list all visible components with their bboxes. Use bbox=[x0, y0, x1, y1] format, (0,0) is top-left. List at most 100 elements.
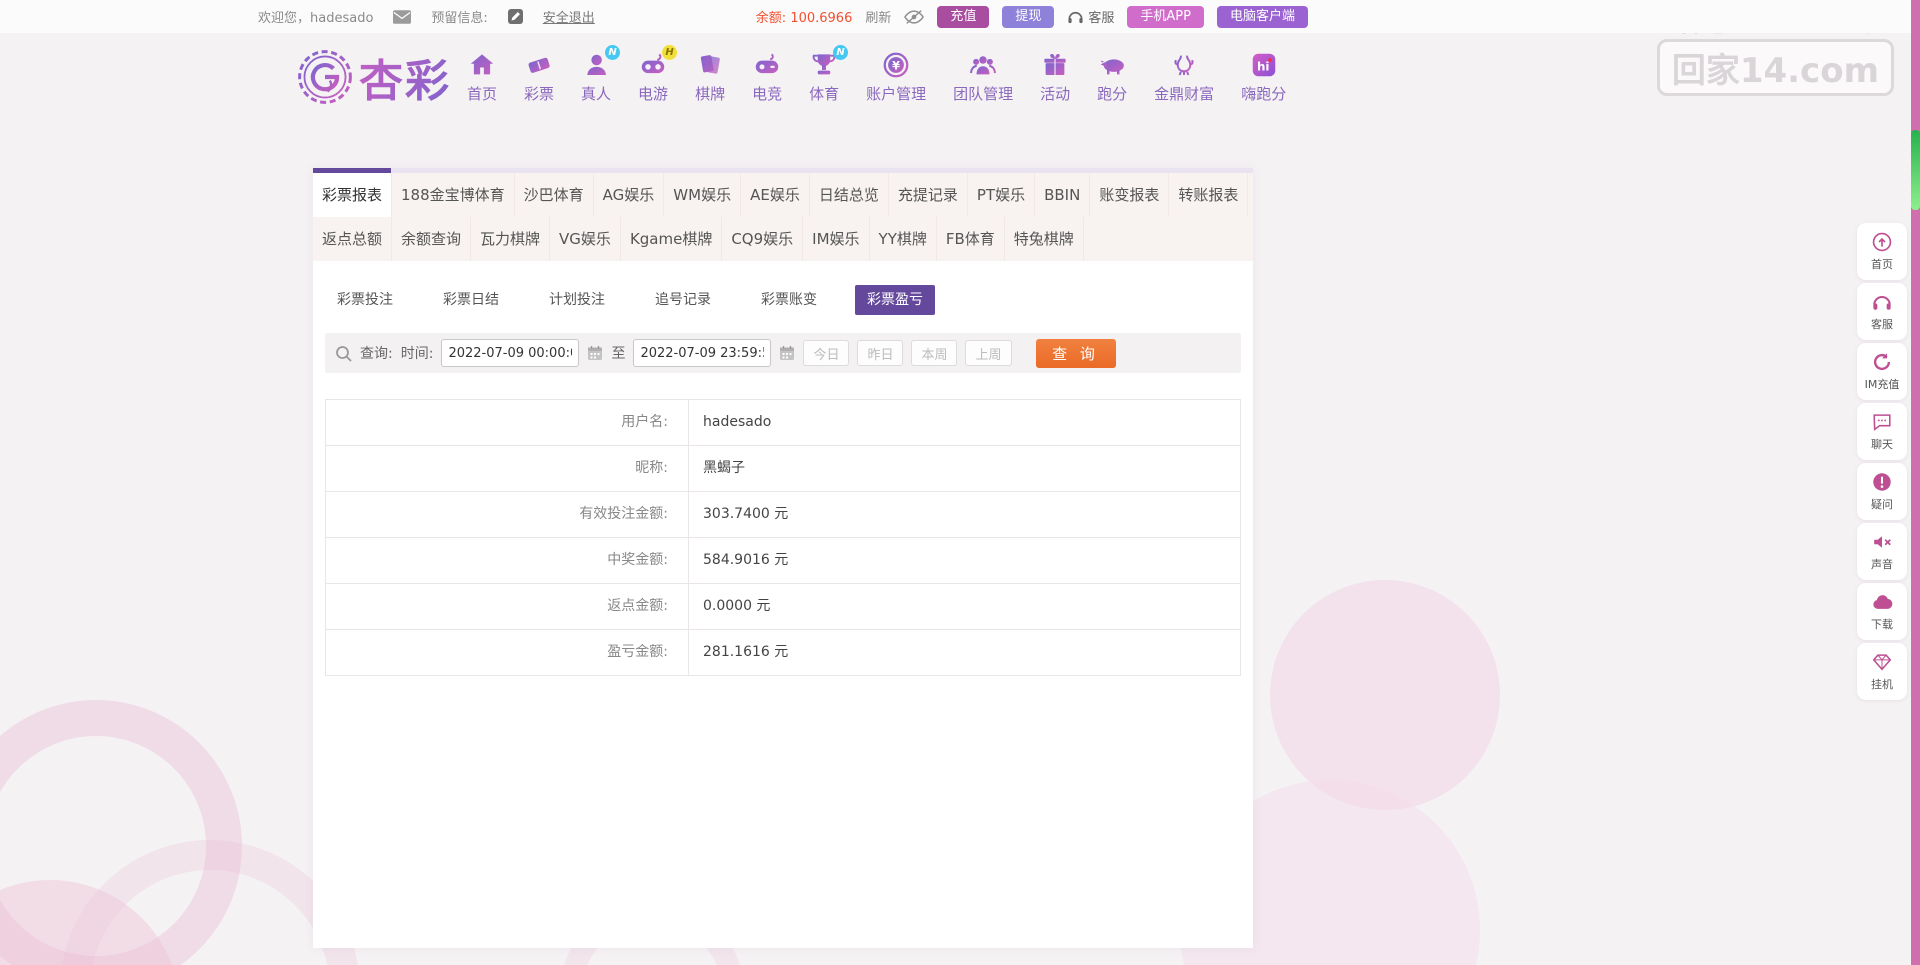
subtab-lottery-profit-loss[interactable]: 彩票盈亏 bbox=[855, 285, 935, 315]
tab-balance-query[interactable]: 余额查询 bbox=[392, 217, 472, 261]
header: 杏彩 首页 彩票 N 真人 H 电游 棋牌 电竞 N 体育 ¥ 账户管理 团队管… bbox=[0, 33, 1920, 133]
person-icon: N bbox=[581, 45, 621, 80]
tab-188-sports[interactable]: 188金宝博体育 bbox=[392, 173, 515, 217]
customer-service-link[interactable]: 客服 bbox=[1067, 7, 1114, 26]
row-label: 有效投注金额: bbox=[326, 492, 689, 537]
tab-pt[interactable]: PT娱乐 bbox=[968, 173, 1036, 217]
deposit-button[interactable]: 充值 bbox=[937, 5, 990, 28]
tab-tetu-board[interactable]: 特兔棋牌 bbox=[1005, 217, 1084, 261]
sidebar-label: IM充值 bbox=[1864, 378, 1900, 391]
today-button[interactable]: 今日 bbox=[803, 340, 850, 366]
row-label: 盈亏金额: bbox=[326, 630, 689, 675]
nav-item-hi-paofen[interactable]: hi 嗨跑分 bbox=[1241, 50, 1286, 104]
edit-icon[interactable] bbox=[507, 9, 523, 24]
headset-icon bbox=[1067, 9, 1084, 25]
subtab-lottery-bets[interactable]: 彩票投注 bbox=[325, 285, 405, 315]
row-value: 584.9016 元 bbox=[703, 552, 789, 568]
sidebar-item-im-recharge[interactable]: IM充值 bbox=[1857, 343, 1907, 400]
tripod-vessel-icon bbox=[1169, 50, 1199, 80]
tab-wali-board[interactable]: 瓦力棋牌 bbox=[471, 217, 551, 261]
sidebar-item-chat[interactable]: 聊天 bbox=[1857, 403, 1907, 460]
table-row: 昵称: 黑蝎子 bbox=[326, 446, 1240, 492]
nav-item-live[interactable]: N 真人 bbox=[581, 45, 621, 104]
pc-client-button[interactable]: 电脑客户端 bbox=[1216, 5, 1308, 28]
sidebar-item-service[interactable]: 客服 bbox=[1857, 283, 1907, 340]
tab-cq9[interactable]: CQ9娱乐 bbox=[722, 217, 804, 261]
tab-ag[interactable]: AG娱乐 bbox=[594, 173, 665, 217]
tab-daily-summary[interactable]: 日结总览 bbox=[810, 173, 889, 217]
scrollbar-thumb[interactable] bbox=[1911, 130, 1920, 210]
tab-account-change-report[interactable]: 账变报表 bbox=[1090, 173, 1170, 217]
tab-transfer-report[interactable]: 转账报表 bbox=[1169, 173, 1249, 217]
tab-wm[interactable]: WM娱乐 bbox=[664, 173, 742, 217]
nav-item-jinding-wealth[interactable]: 金鼎财富 bbox=[1154, 50, 1214, 104]
nav-item-sports[interactable]: N 体育 bbox=[809, 45, 849, 104]
sidebar-item-sound[interactable]: 声音 bbox=[1857, 523, 1907, 580]
eye-slash-icon[interactable] bbox=[904, 9, 925, 25]
sidebar-item-idle[interactable]: 挂机 bbox=[1857, 643, 1907, 700]
tab-fb-sports[interactable]: FB体育 bbox=[937, 217, 1005, 261]
sidebar-item-download[interactable]: 下载 bbox=[1857, 583, 1907, 640]
customer-service-label: 客服 bbox=[1088, 11, 1115, 26]
report-panel: 彩票报表 188金宝博体育 沙巴体育 AG娱乐 WM娱乐 AE娱乐 日结总览 充… bbox=[313, 168, 1253, 948]
sidebar-item-question[interactable]: 疑问 bbox=[1857, 463, 1907, 520]
tab-lottery-report[interactable]: 彩票报表 bbox=[313, 168, 393, 217]
end-time-input[interactable] bbox=[633, 339, 772, 367]
nav-item-account-mgmt[interactable]: ¥ 账户管理 bbox=[866, 50, 926, 104]
row-value: 303.7400 元 bbox=[703, 506, 789, 522]
balance-label: 余额: bbox=[755, 11, 787, 26]
sidebar-item-home[interactable]: 首页 bbox=[1857, 223, 1907, 280]
last-week-button[interactable]: 上周 bbox=[965, 340, 1012, 366]
svg-text:¥: ¥ bbox=[892, 59, 900, 72]
nav-label: 体育 bbox=[809, 85, 840, 103]
row-value: 281.1616 元 bbox=[703, 644, 789, 660]
mail-icon[interactable] bbox=[393, 9, 412, 24]
subtab-plan-bets[interactable]: 计划投注 bbox=[537, 285, 617, 315]
tab-rebate-total[interactable]: 返点总额 bbox=[313, 217, 393, 261]
nav-item-home[interactable]: 首页 bbox=[467, 50, 497, 104]
cards-icon bbox=[695, 50, 725, 80]
row-value: 0.0000 元 bbox=[703, 598, 771, 614]
nav-item-lottery[interactable]: 彩票 bbox=[524, 50, 554, 104]
nav-item-paofen[interactable]: 跑分 bbox=[1097, 50, 1127, 104]
tab-deposit-withdraw-records[interactable]: 充提记录 bbox=[889, 173, 968, 217]
calendar-icon[interactable] bbox=[587, 345, 603, 361]
calendar-icon[interactable] bbox=[779, 345, 795, 361]
exclamation-circle-icon bbox=[1871, 471, 1893, 493]
nav-item-board-games[interactable]: 棋牌 bbox=[695, 50, 725, 104]
nav-label: 金鼎财富 bbox=[1154, 85, 1215, 103]
this-week-button[interactable]: 本周 bbox=[911, 340, 958, 366]
svg-text:hi: hi bbox=[1257, 59, 1270, 73]
nav-item-esports[interactable]: 电竞 bbox=[752, 50, 782, 104]
tab-im[interactable]: IM娱乐 bbox=[803, 217, 870, 261]
table-row: 返点金额: 0.0000 元 bbox=[326, 584, 1240, 630]
tab-bbin[interactable]: BBIN bbox=[1035, 173, 1091, 217]
sidebar-label: 下载 bbox=[1871, 618, 1893, 631]
site-logo[interactable]: 杏彩 bbox=[296, 45, 451, 109]
topbar-left: 欢迎您，hadesado 预留信息: 安全退出 bbox=[258, 7, 595, 26]
query-submit-button[interactable]: 查 询 bbox=[1035, 338, 1116, 368]
nav-label: 真人 bbox=[581, 85, 612, 103]
nav-item-team-mgmt[interactable]: 团队管理 bbox=[953, 50, 1013, 104]
sidebar-label: 挂机 bbox=[1871, 678, 1893, 691]
tab-ae[interactable]: AE娱乐 bbox=[741, 173, 810, 217]
recharge-refresh-icon bbox=[1871, 351, 1893, 373]
refresh-button[interactable]: 刷新 bbox=[865, 7, 891, 26]
mobile-app-button[interactable]: 手机APP bbox=[1127, 5, 1204, 28]
tab-vg[interactable]: VG娱乐 bbox=[550, 217, 621, 261]
nav-item-egames[interactable]: H 电游 bbox=[638, 45, 678, 104]
nav-item-promotions[interactable]: 活动 bbox=[1040, 50, 1070, 104]
logout-link[interactable]: 安全退出 bbox=[543, 7, 595, 26]
subtab-lottery-daily[interactable]: 彩票日结 bbox=[431, 285, 511, 315]
withdraw-button[interactable]: 提现 bbox=[1002, 5, 1055, 28]
start-time-input[interactable] bbox=[441, 339, 580, 367]
nav-label: 团队管理 bbox=[953, 85, 1014, 103]
tab-yy-board[interactable]: YY棋牌 bbox=[870, 217, 937, 261]
yesterday-button[interactable]: 昨日 bbox=[857, 340, 904, 366]
tab-saba-sports[interactable]: 沙巴体育 bbox=[515, 173, 594, 217]
sidebar-label: 首页 bbox=[1871, 258, 1893, 271]
subtab-chase-records[interactable]: 追号记录 bbox=[643, 285, 723, 315]
tab-kgame[interactable]: Kgame棋牌 bbox=[621, 217, 723, 261]
subtab-lottery-account-change[interactable]: 彩票账变 bbox=[749, 285, 829, 315]
row-label: 中奖金额: bbox=[326, 538, 689, 583]
